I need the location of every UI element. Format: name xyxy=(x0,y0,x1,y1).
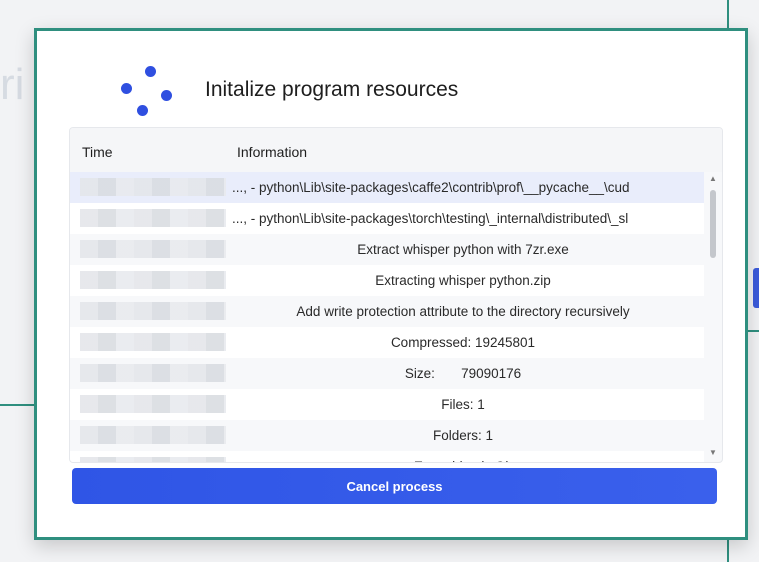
time-cell-redacted xyxy=(80,333,226,351)
table-row[interactable]: Extracting whisper python.zip xyxy=(70,265,704,296)
info-cell: Add write protection attribute to the di… xyxy=(296,304,630,319)
background-divider xyxy=(727,540,729,562)
time-cell-redacted xyxy=(80,240,226,258)
time-cell-redacted xyxy=(80,209,226,227)
info-cell: Everything is Ok xyxy=(226,451,700,462)
info-cell: ..., - python\Lib\site-packages\torch\te… xyxy=(232,211,629,226)
table-row[interactable]: Files: 1 xyxy=(70,389,704,420)
background-text: ri xyxy=(0,60,25,109)
scroll-down-icon[interactable]: ▼ xyxy=(708,448,718,458)
table-row[interactable]: Add write protection attribute to the di… xyxy=(70,296,704,327)
info-cell: Size: 79090176 xyxy=(404,366,522,381)
info-cell: Extracting whisper python.zip xyxy=(375,273,551,288)
table-row[interactable]: Folders: 1 xyxy=(70,420,704,451)
table-row[interactable]: ..., - python\Lib\site-packages\torch\te… xyxy=(70,203,704,234)
cancel-process-button[interactable]: Cancel process xyxy=(72,468,717,504)
background-divider xyxy=(727,0,729,28)
scroll-up-icon[interactable]: ▲ xyxy=(708,174,718,184)
time-cell-redacted xyxy=(80,426,226,444)
time-cell-redacted xyxy=(80,364,226,382)
info-cell: ..., - python\Lib\site-packages\caffe2\c… xyxy=(232,180,630,195)
loading-spinner-icon xyxy=(116,66,176,126)
info-cell: Compressed: 19245801 xyxy=(390,335,536,350)
background-divider xyxy=(748,330,759,332)
time-cell-redacted xyxy=(80,178,226,196)
log-table-header: Time Information xyxy=(70,128,722,172)
table-row[interactable]: Extract whisper python with 7zr.exe xyxy=(70,234,704,265)
column-header-time: Time xyxy=(82,144,113,160)
info-cell: Files: 1 xyxy=(441,397,485,412)
log-rows[interactable]: ..., - python\Lib\site-packages\caffe2\c… xyxy=(70,172,704,462)
table-row[interactable]: Compressed: 19245801 xyxy=(70,327,704,358)
log-scrollbar[interactable]: ▲ ▼ xyxy=(706,172,720,460)
info-cell: Folders: 1 xyxy=(432,428,494,443)
time-cell-redacted xyxy=(80,395,226,413)
table-row[interactable]: Size: 79090176 xyxy=(70,358,704,389)
background-divider xyxy=(0,404,34,406)
background-tab xyxy=(753,268,759,308)
time-cell-redacted xyxy=(80,302,226,320)
table-row[interactable]: ..., - python\Lib\site-packages\caffe2\c… xyxy=(70,172,704,203)
dialog-title: Initalize program resources xyxy=(205,78,459,101)
init-resources-dialog: Initalize program resources Time Informa… xyxy=(34,28,748,540)
column-header-information: Information xyxy=(237,144,308,160)
scrollbar-thumb[interactable] xyxy=(710,190,716,258)
time-cell-redacted xyxy=(80,457,226,462)
log-table: Time Information ..., - python\Lib\site-… xyxy=(69,127,723,463)
info-cell: Extract whisper python with 7zr.exe xyxy=(357,242,569,257)
table-row[interactable]: Everything is Ok xyxy=(70,451,704,462)
time-cell-redacted xyxy=(80,271,226,289)
